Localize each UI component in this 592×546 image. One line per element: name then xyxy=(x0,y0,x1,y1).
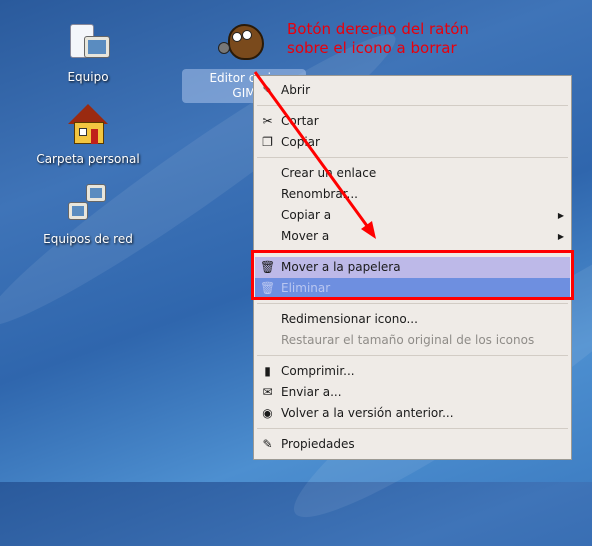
annotation-arrow xyxy=(253,71,376,239)
